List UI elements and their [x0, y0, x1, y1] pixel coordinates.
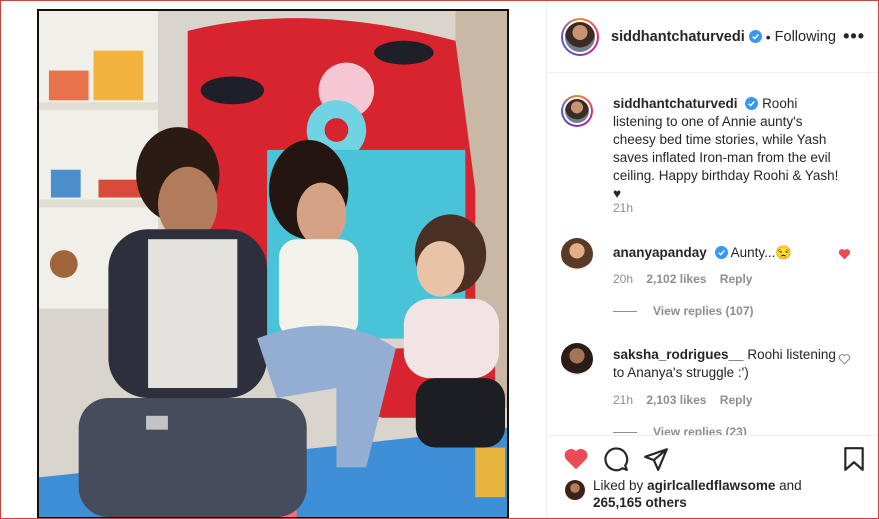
liked-by-and: and [779, 478, 802, 493]
comment-username[interactable]: ananyapanday [613, 245, 707, 260]
comment-icon[interactable] [603, 446, 629, 472]
comment-text: Aunty...😒 [730, 245, 793, 260]
caption-time[interactable]: 21h [613, 201, 633, 215]
comments-list[interactable]: siddhantchaturvedi Roohi listening to on… [547, 73, 878, 435]
share-icon[interactable] [643, 446, 669, 472]
comment-username[interactable]: saksha_rodrigues__ [613, 347, 744, 362]
commenter-avatar[interactable] [561, 238, 593, 270]
following-button[interactable]: Following [775, 29, 836, 45]
comment-meta: 21h 2,103 likes Reply [613, 393, 762, 407]
replies-divider [613, 310, 637, 312]
author-username[interactable]: siddhantchaturvedi [611, 29, 745, 45]
photo-illustration [39, 11, 507, 517]
verified-badge-icon [748, 30, 762, 43]
view-replies-label: View replies (107) [653, 304, 754, 318]
instagram-post-window: siddhantchaturvedi • Following ••• siddh… [0, 0, 879, 519]
post-sidebar: siddhantchaturvedi • Following ••• siddh… [546, 1, 878, 518]
caption-body: siddhantchaturvedi Roohi listening to on… [613, 95, 841, 203]
verified-badge-icon [745, 97, 759, 110]
comment-likes[interactable]: 2,103 likes [646, 393, 706, 407]
heart-filled-icon[interactable] [563, 446, 589, 472]
post-header: siddhantchaturvedi • Following ••• [547, 1, 878, 73]
reply-button[interactable]: Reply [720, 393, 753, 407]
comment-time[interactable]: 20h [613, 272, 633, 286]
comment-meta: 20h 2,102 likes Reply [613, 272, 762, 286]
likes-count[interactable]: 265,165 others [593, 495, 687, 510]
comment-likes[interactable]: 2,102 likes [646, 272, 706, 286]
view-replies-button[interactable]: View replies (107) [613, 304, 754, 318]
comment-body: ananyapanday Aunty...😒 [613, 244, 841, 262]
photo-area [1, 1, 546, 518]
caption-meta: 21h [613, 201, 643, 215]
replies-divider [613, 431, 637, 433]
commenter-avatar[interactable] [561, 343, 593, 375]
liked-by-text: Liked by agirlcalledflawsome and 265,165… [593, 477, 802, 511]
liked-by-prefix: Liked by [593, 478, 644, 493]
liked-by-summary: Liked by agirlcalledflawsome and 265,165… [565, 477, 802, 511]
reply-button[interactable]: Reply [720, 272, 753, 286]
comment-like-heart-icon[interactable] [838, 248, 851, 260]
view-replies-label: View replies (23) [653, 425, 747, 435]
more-options-icon[interactable]: ••• [843, 26, 865, 47]
comment-time[interactable]: 21h [613, 393, 633, 407]
verified-badge-icon [714, 246, 728, 259]
liked-by-user[interactable]: agirlcalledflawsome [647, 478, 775, 493]
caption-avatar[interactable] [561, 95, 593, 127]
caption-text: Roohi listening to one of Annie aunty's … [613, 96, 839, 201]
save-icon[interactable] [841, 446, 867, 472]
author-avatar[interactable] [561, 17, 599, 56]
caption-username[interactable]: siddhantchaturvedi [613, 96, 738, 111]
separator-dot: • [765, 28, 771, 45]
post-photo[interactable] [37, 9, 509, 518]
liker-avatar[interactable] [565, 480, 585, 500]
comment-body: saksha_rodrigues__ Roohi listening to An… [613, 346, 841, 382]
view-replies-button[interactable]: View replies (23) [613, 425, 747, 435]
comment-like-heart-icon[interactable] [838, 353, 851, 365]
